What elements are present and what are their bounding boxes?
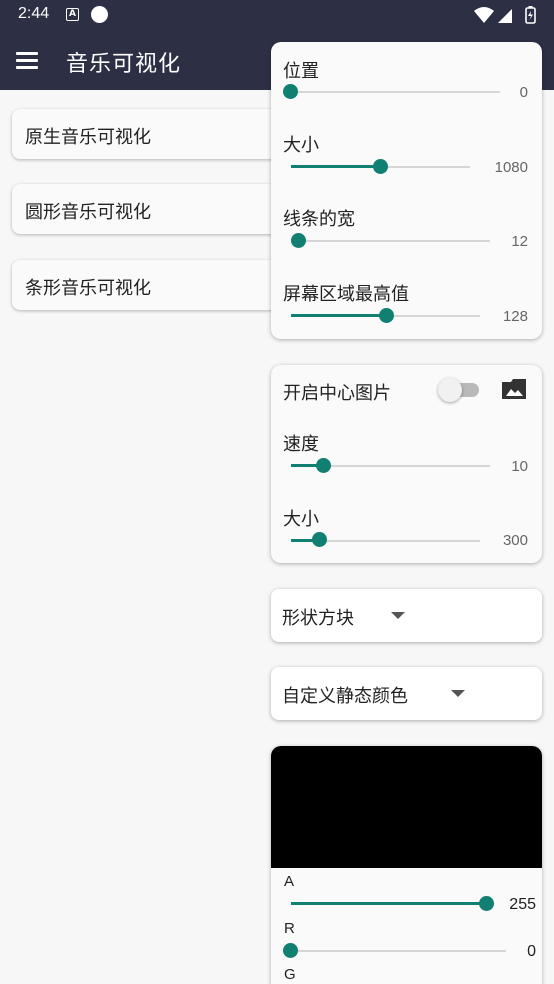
- slider-thumb[interactable]: [283, 943, 298, 958]
- speed-label: 速度: [283, 434, 319, 455]
- slider-thumb[interactable]: [291, 233, 306, 248]
- notification-a-icon: A: [66, 8, 79, 21]
- alpha-value: 255: [509, 896, 536, 913]
- center-image-panel: 开启中心图片 速度 10 大小 300: [271, 365, 542, 563]
- wifi-icon: [474, 7, 494, 23]
- system-status-icons: [474, 6, 536, 24]
- signal-icon: [498, 9, 512, 23]
- list-item-label: 原生音乐可视化: [25, 127, 151, 148]
- size-label: 大小: [283, 135, 319, 156]
- position-label: 位置: [283, 61, 319, 82]
- image-icon[interactable]: [501, 378, 527, 400]
- red-label: R: [284, 920, 295, 937]
- image-size-label: 大小: [283, 509, 319, 530]
- status-time: 2:44: [18, 5, 50, 22]
- dropdown-arrow-icon: [391, 612, 405, 619]
- app-title: 音乐可视化: [66, 52, 182, 77]
- alpha-label: A: [284, 873, 295, 890]
- slider-thumb[interactable]: [379, 308, 394, 323]
- slider-thumb[interactable]: [312, 532, 327, 547]
- list-item-label: 条形音乐可视化: [25, 278, 151, 299]
- size-value: 1080: [494, 159, 528, 176]
- line-width-label: 线条的宽: [283, 209, 355, 230]
- screen-max-value: 128: [502, 308, 528, 325]
- shape-dropdown[interactable]: 形状方块: [271, 589, 542, 642]
- screen-max-label: 屏幕区域最高值: [283, 284, 409, 305]
- slider-thumb[interactable]: [373, 159, 388, 174]
- speed-value: 10: [511, 458, 528, 475]
- notification-circle-icon: [91, 6, 108, 23]
- shape-dropdown-value: 形状方块: [282, 608, 354, 629]
- slider-thumb[interactable]: [316, 458, 331, 473]
- color-mode-dropdown[interactable]: 自定义静态颜色: [271, 667, 542, 720]
- battery-icon: [525, 6, 536, 24]
- color-picker-panel: A 255 R 0 G: [271, 746, 542, 984]
- center-image-toggle-label: 开启中心图片: [283, 383, 391, 404]
- status-bar: 2:44 A: [0, 0, 554, 30]
- slider-thumb[interactable]: [283, 84, 298, 99]
- color-preview: [271, 746, 542, 868]
- color-mode-dropdown-value: 自定义静态颜色: [282, 686, 408, 707]
- image-size-value: 300: [502, 532, 528, 549]
- line-width-value: 12: [511, 233, 528, 250]
- list-item-label: 圆形音乐可视化: [25, 202, 151, 223]
- position-value: 0: [519, 84, 528, 101]
- bar-settings-panel: 位置 0 大小 1080 线条的宽 12 屏幕区域最高值 128: [271, 42, 542, 339]
- green-label: G: [284, 966, 296, 983]
- red-value: 0: [527, 943, 536, 960]
- dropdown-arrow-icon: [451, 690, 465, 697]
- menu-icon[interactable]: [16, 52, 38, 69]
